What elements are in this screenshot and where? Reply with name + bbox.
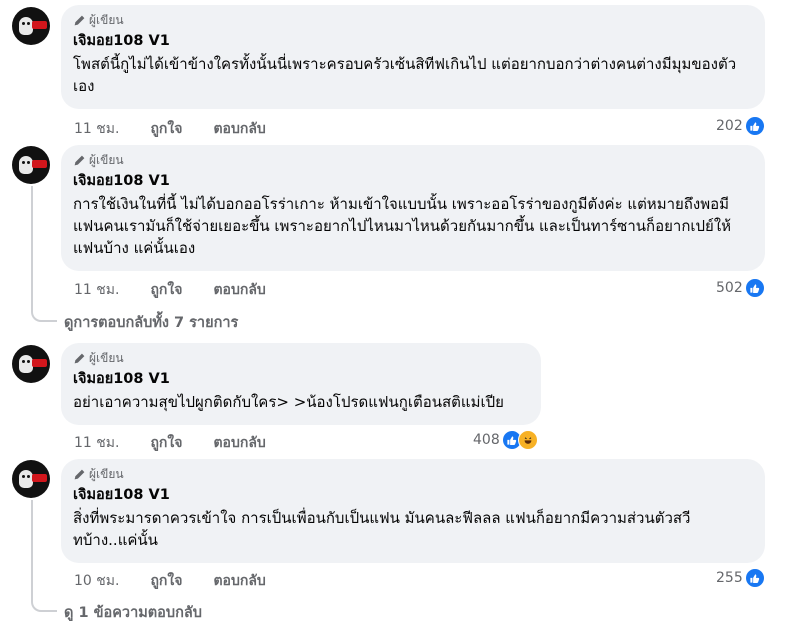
view-replies-link[interactable]: ดูการตอบกลับทั้ง 7 รายการ <box>64 311 238 334</box>
avatar[interactable] <box>12 345 50 383</box>
reply-button[interactable]: ตอบกลับ <box>213 118 265 140</box>
avatar[interactable] <box>12 7 50 45</box>
reply-button[interactable]: ตอบกลับ <box>213 279 265 301</box>
author-badge: ผู้เขียน <box>73 12 753 28</box>
reply-button[interactable]: ตอบกลับ <box>213 570 265 592</box>
thread-connector <box>31 592 57 612</box>
like-button[interactable]: ถูกใจ <box>150 432 182 454</box>
haha-icon <box>517 430 538 450</box>
like-icon <box>744 116 765 136</box>
comment-text: โพสต์นี้กูไม่ได้เข้าข้างใครทั้งนั้นนี่เพ… <box>73 55 737 95</box>
reaction-count: 502 <box>716 280 743 296</box>
reaction-summary[interactable]: 408 <box>473 430 538 450</box>
reaction-count: 408 <box>473 432 500 448</box>
reaction-count: 202 <box>716 118 743 134</box>
reaction-summary[interactable]: 502 <box>716 278 765 298</box>
reply-button[interactable]: ตอบกลับ <box>213 432 265 454</box>
comment-text: อย่าเอาความสุขไปผูกติดกับใคร> >น้องโปรดแ… <box>73 393 504 411</box>
thread-connector <box>31 300 57 322</box>
view-replies-link[interactable]: ดู 1 ข้อความตอบกลับ <box>64 601 202 624</box>
comment-bubble: ผู้เขียน เจิมอย108 V1 โพสต์นี้กูไม่ได้เข… <box>61 5 765 109</box>
thread-line <box>31 500 33 598</box>
author-badge: ผู้เขียน <box>73 152 753 168</box>
timestamp[interactable]: 11 ชม. <box>74 432 119 454</box>
comment-actions: 11 ชม. ถูกใจ ตอบกลับ <box>74 279 297 301</box>
pencil-icon <box>74 155 85 165</box>
like-icon <box>744 568 765 588</box>
pencil-icon <box>74 469 85 479</box>
timestamp[interactable]: 10 ชม. <box>74 570 119 592</box>
comment-author[interactable]: เจิมอย108 V1 <box>73 172 753 190</box>
comment-actions: 10 ชม. ถูกใจ ตอบกลับ <box>74 570 297 592</box>
comment-author[interactable]: เจิมอย108 V1 <box>73 370 529 388</box>
reaction-count: 255 <box>716 570 743 586</box>
comment-bubble: ผู้เขียน เจิมอย108 V1 การใช้เงินในที่นี้… <box>61 145 765 271</box>
comment-actions: 11 ชม. ถูกใจ ตอบกลับ <box>74 118 297 140</box>
comment-bubble: ผู้เขียน เจิมอย108 V1 อย่าเอาความสุขไปผู… <box>61 343 541 425</box>
like-button[interactable]: ถูกใจ <box>150 118 182 140</box>
author-badge: ผู้เขียน <box>73 350 529 366</box>
avatar[interactable] <box>12 146 50 184</box>
like-button[interactable]: ถูกใจ <box>150 279 182 301</box>
comment-author[interactable]: เจิมอย108 V1 <box>73 486 753 504</box>
thread-line <box>31 186 33 304</box>
comment-text: การใช้เงินในที่นี้ ไม่ได้บอกออโรร่าเกาะ … <box>73 195 732 257</box>
timestamp[interactable]: 11 ชม. <box>74 279 119 301</box>
timestamp[interactable]: 11 ชม. <box>74 118 119 140</box>
pencil-icon <box>74 353 85 363</box>
comment-author[interactable]: เจิมอย108 V1 <box>73 32 753 50</box>
pencil-icon <box>74 15 85 25</box>
like-button[interactable]: ถูกใจ <box>150 570 182 592</box>
author-badge: ผู้เขียน <box>73 466 753 482</box>
comment-text: สิ่งที่พระมารดาควรเข้าใจ การเป็นเพื่อนกั… <box>73 509 691 549</box>
avatar[interactable] <box>12 460 50 498</box>
comment-bubble: ผู้เขียน เจิมอย108 V1 สิ่งที่พระมารดาควร… <box>61 459 765 563</box>
reaction-summary[interactable]: 202 <box>716 116 765 136</box>
comment-actions: 11 ชม. ถูกใจ ตอบกลับ <box>74 432 297 454</box>
like-icon <box>744 278 765 298</box>
reaction-summary[interactable]: 255 <box>716 568 765 588</box>
